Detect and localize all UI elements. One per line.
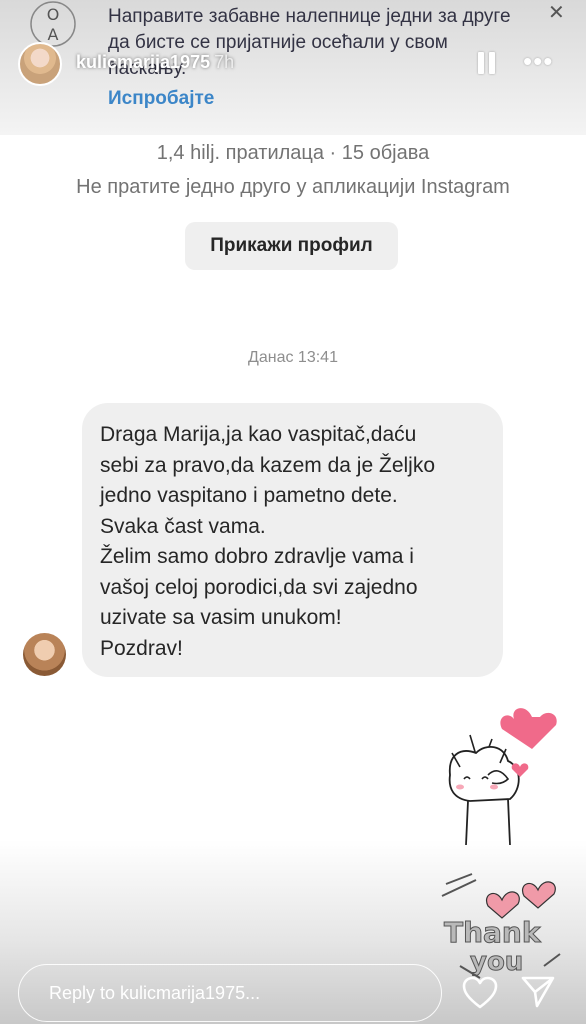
svg-text:O: O — [47, 5, 60, 24]
message-date: Данас 13:41 — [248, 349, 338, 366]
view-profile-button[interactable]: Прикажи профил — [185, 222, 398, 270]
reply-input[interactable]: Reply to kulicmarija1975... — [18, 964, 442, 1022]
thanks-text-line2: you — [470, 947, 523, 977]
message-bubble: Draga Marija,ja kao vaspitač,daću sebi z… — [82, 403, 503, 677]
more-icon[interactable]: ••• — [523, 46, 553, 77]
thanks-text-line1: Thank — [444, 916, 542, 949]
banner-close-button[interactable]: ✕ — [548, 0, 565, 25]
avatar[interactable] — [18, 42, 62, 86]
cat-heart-sticker[interactable] — [430, 705, 570, 855]
profile-stats: 1,4 hilj. пратилаца · 15 објава — [156, 142, 430, 164]
try-it-link[interactable]: Испробајте — [108, 88, 214, 110]
heart-outline-icon[interactable] — [462, 976, 498, 1010]
pause-icon[interactable] — [478, 52, 496, 74]
story-time: 7h — [214, 52, 235, 72]
username-text[interactable]: kulicmarija1975 — [76, 52, 210, 72]
sender-avatar[interactable] — [23, 633, 66, 676]
story-header: kulicmarija1975 7h ••• — [18, 42, 568, 86]
send-icon[interactable] — [520, 974, 556, 1010]
story-username[interactable]: kulicmarija1975 7h — [76, 52, 234, 73]
thank-you-sticker[interactable]: Thank you — [440, 870, 570, 980]
mutual-follow-note: Не пратите једно друго у апликацији Inst… — [76, 176, 510, 198]
